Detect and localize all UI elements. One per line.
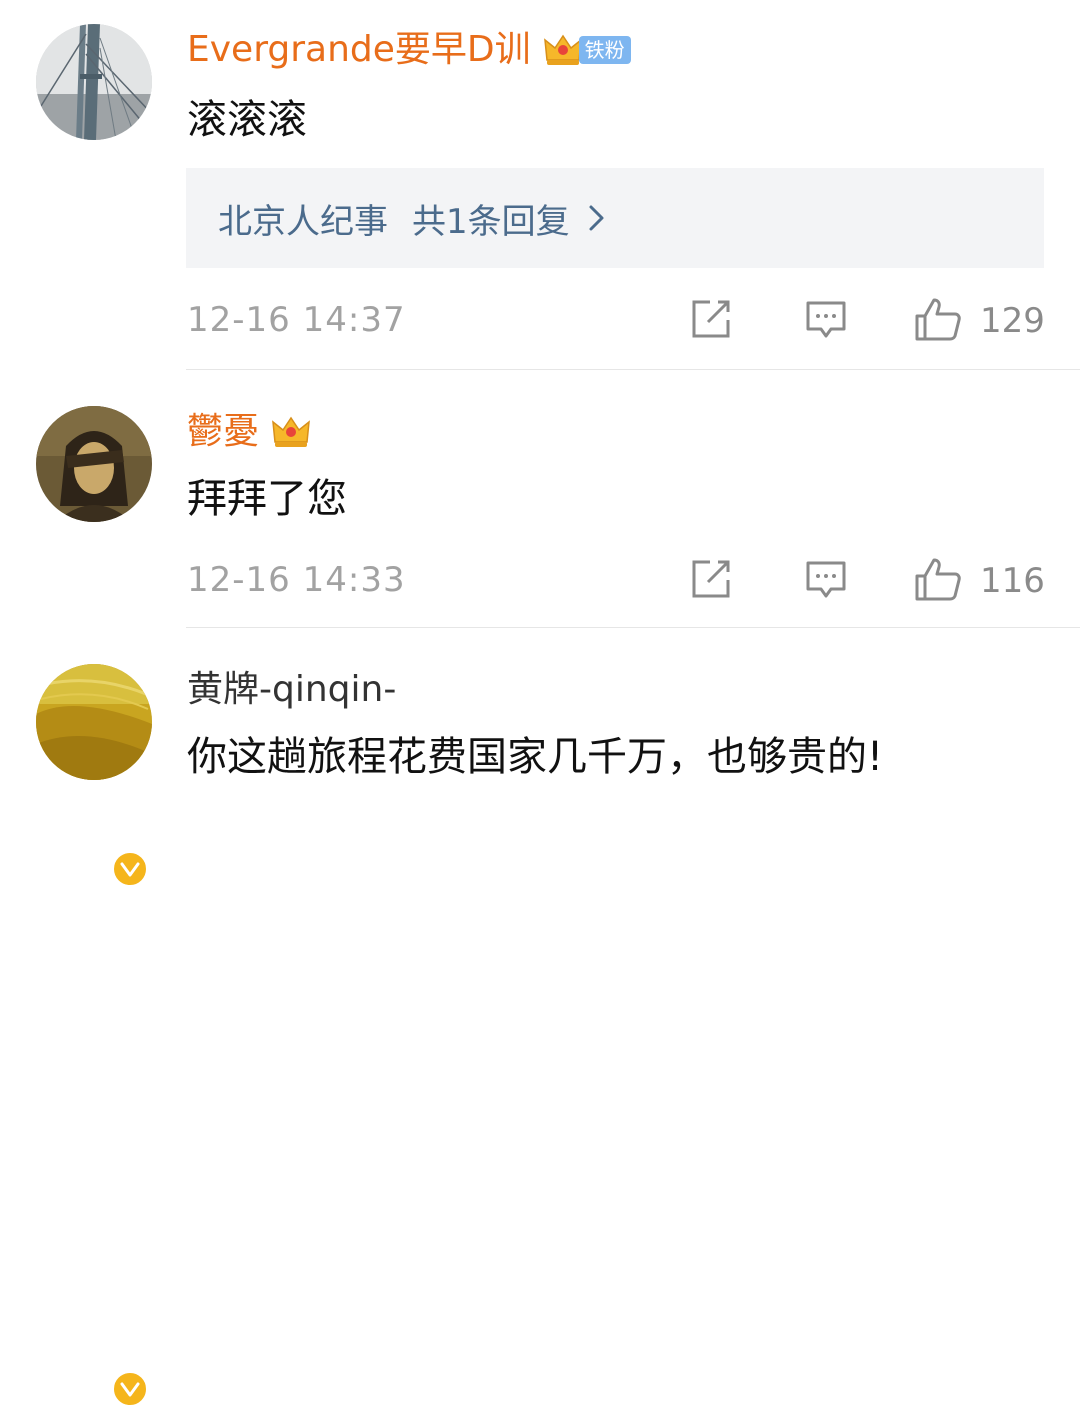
- comment-text: 拜拜了您: [187, 476, 347, 522]
- avatar[interactable]: [36, 406, 152, 522]
- reply-link[interactable]: 北京人纪事 共1条回复: [218, 194, 606, 243]
- like-button[interactable]: 129: [914, 296, 1045, 346]
- repost-icon: [690, 298, 732, 344]
- verified-icon: [111, 1370, 149, 1408]
- comment-button[interactable]: [805, 560, 847, 604]
- username[interactable]: Evergrande要早D训 铁粉: [187, 28, 631, 72]
- comment-text: 你这趟旅程花费国家几千万，也够贵的!: [187, 734, 884, 780]
- comment-item: 黄牌-qinqin- 你这趟旅程花费国家几千万，也够贵的!: [0, 628, 1080, 1408]
- avatar[interactable]: [36, 664, 152, 780]
- like-icon: [914, 296, 962, 346]
- username[interactable]: 鬱憂: [187, 410, 311, 454]
- chevron-right-icon: [588, 203, 606, 233]
- comment-text: 滚滚滚: [187, 97, 307, 143]
- fan-badge: 铁粉: [578, 36, 631, 64]
- repost-icon: [690, 558, 732, 604]
- reply-user[interactable]: 北京人纪事: [218, 194, 388, 243]
- reply-preview[interactable]: 北京人纪事 共1条回复: [186, 168, 1044, 268]
- comment-icon: [805, 560, 847, 604]
- username[interactable]: 黄牌-qinqin-: [187, 668, 396, 712]
- reply-count[interactable]: 共1条回复: [412, 194, 570, 243]
- comment-item: Evergrande要早D训 铁粉 滚滚滚 北京人纪事 共1条回复 12-16 …: [0, 0, 1080, 370]
- comment-icon: [805, 300, 847, 344]
- like-count: 129: [980, 301, 1045, 341]
- comment-button[interactable]: [805, 300, 847, 344]
- like-count: 116: [980, 561, 1045, 601]
- repost-button[interactable]: [690, 558, 732, 604]
- like-button[interactable]: 116: [914, 556, 1045, 606]
- username-text[interactable]: 黄牌-qinqin-: [187, 668, 396, 712]
- timestamp: 12-16 14:37: [187, 300, 406, 340]
- username-text[interactable]: 鬱憂: [187, 410, 259, 454]
- comment-item: 鬱憂 拜拜了您 12-16 14:33 116: [0, 370, 1080, 888]
- crown-icon: [543, 32, 583, 68]
- repost-button[interactable]: [690, 298, 732, 344]
- username-text[interactable]: Evergrande要早D训: [187, 28, 531, 72]
- verified-icon: [111, 850, 149, 888]
- avatar[interactable]: [36, 24, 152, 140]
- like-icon: [914, 556, 962, 606]
- timestamp: 12-16 14:33: [187, 560, 406, 600]
- crown-icon: [271, 414, 311, 450]
